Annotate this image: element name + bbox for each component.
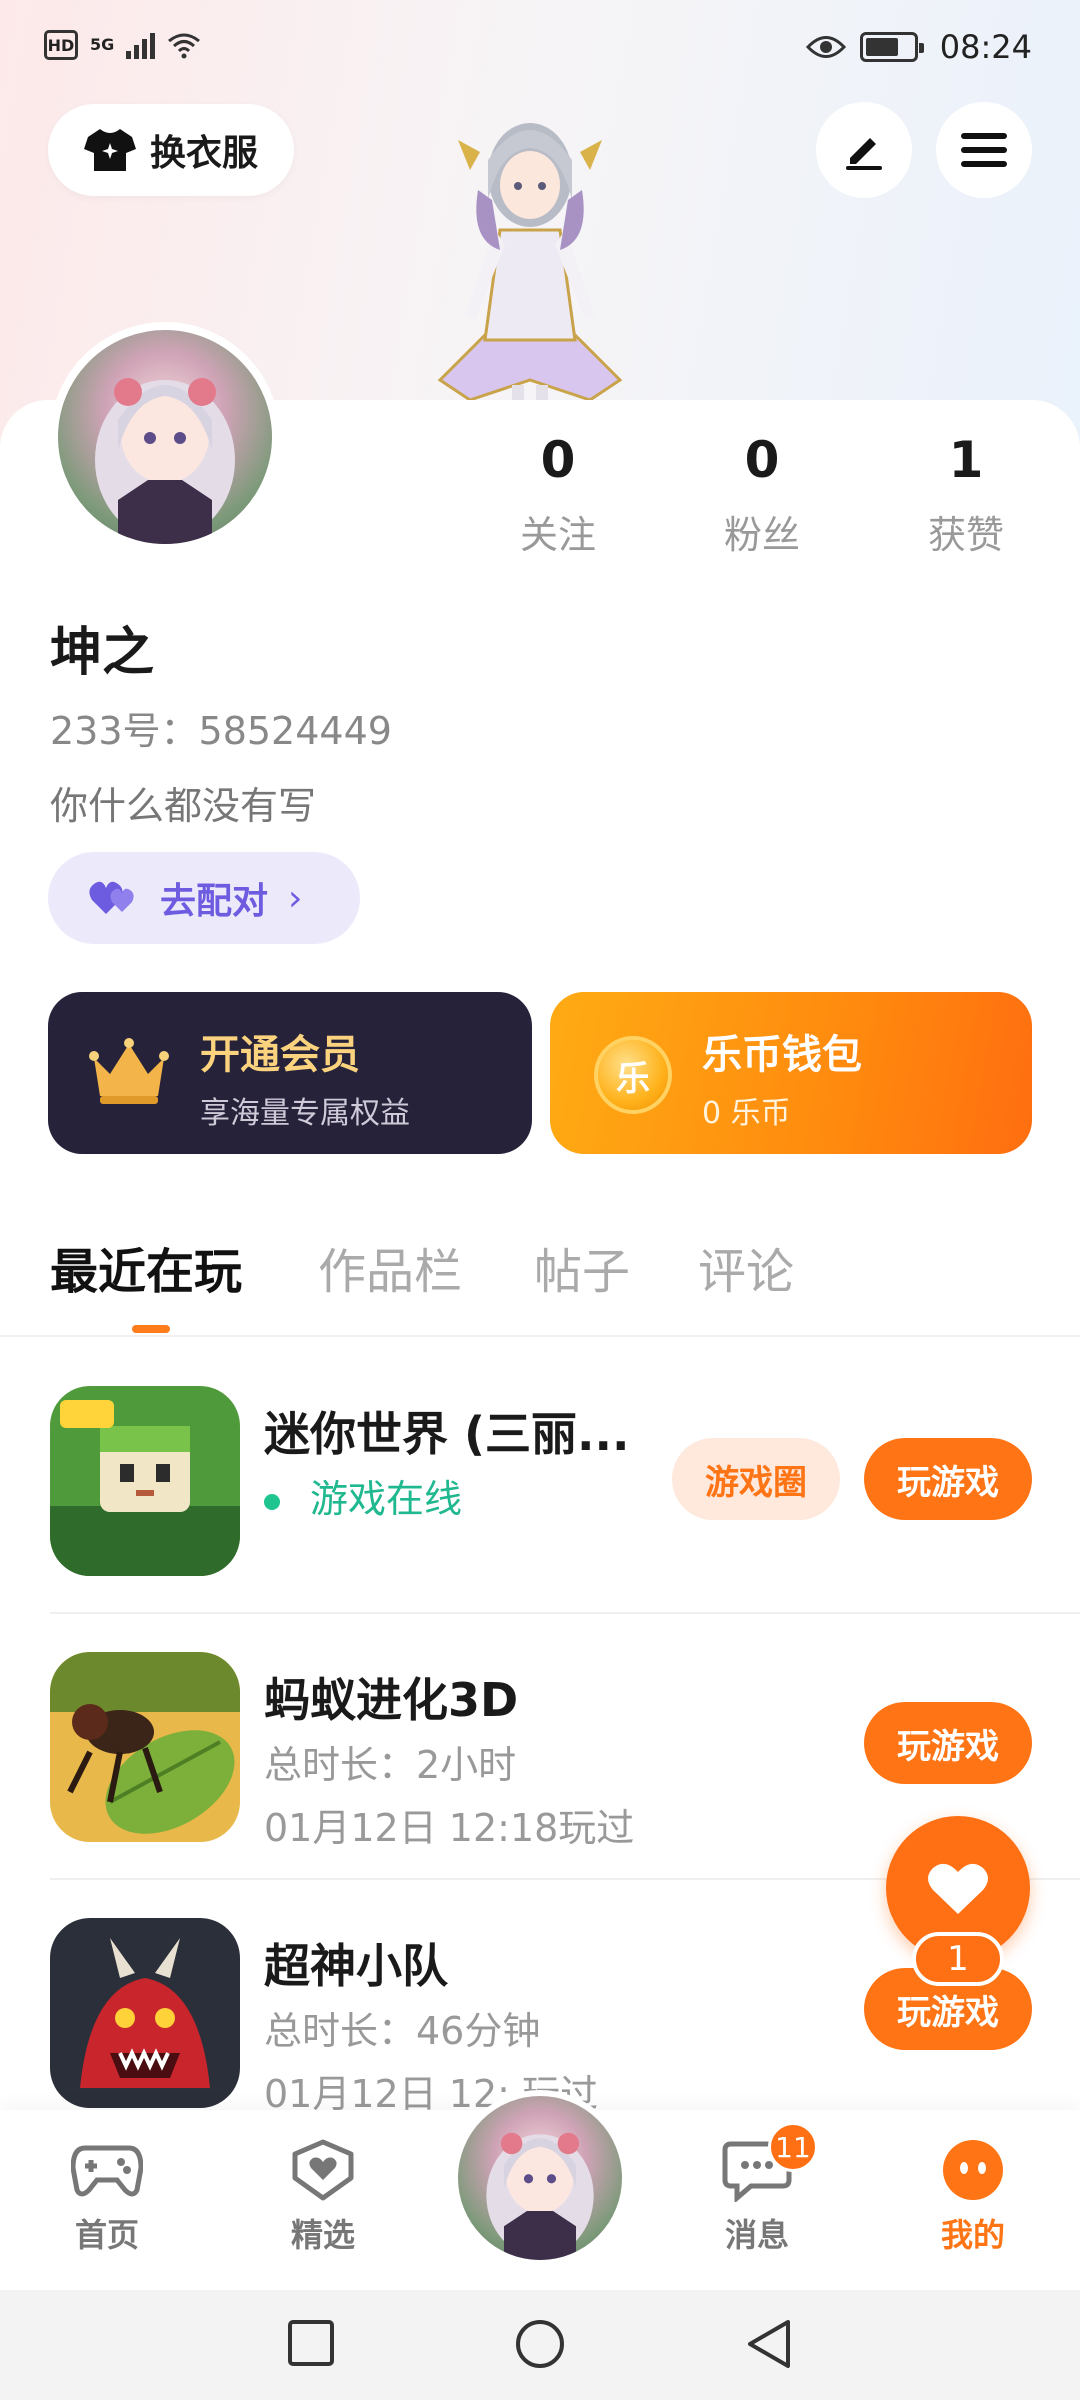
- heart-badge-icon: [292, 2139, 354, 2201]
- menu-icon: [961, 133, 1007, 167]
- change-outfit-label: 换衣服: [149, 133, 258, 174]
- face-icon: [943, 2140, 1003, 2200]
- game-icon: [50, 1652, 240, 1842]
- vip-subtitle: 享海量专属权益: [200, 1096, 410, 1131]
- wifi-icon: [168, 33, 201, 59]
- stat-following[interactable]: 0 关注: [478, 430, 638, 559]
- nav-home[interactable]: 首页: [32, 2138, 182, 2256]
- eye-icon: [805, 36, 846, 58]
- active-tab-indicator: [132, 1325, 170, 1333]
- vip-card[interactable]: 开通会员 享海量专属权益: [48, 992, 532, 1154]
- online-dot: [264, 1493, 280, 1510]
- clock: 08:24: [939, 28, 1032, 66]
- menu-button[interactable]: [936, 102, 1032, 198]
- avatar-illustration: [486, 2132, 594, 2260]
- game-online-status: 游戏在线: [264, 1468, 462, 1523]
- chevron-right-icon: ›: [288, 877, 303, 919]
- followers-count: 0: [744, 431, 780, 489]
- unread-badge: 11: [768, 2122, 818, 2172]
- recents-icon[interactable]: [286, 2318, 336, 2368]
- like-count-badge: 1: [912, 1932, 1004, 1986]
- following-count: 0: [540, 431, 576, 489]
- crown-icon: [89, 1038, 169, 1104]
- signal-icon: [126, 31, 156, 59]
- user-bio: 你什么都没有写: [50, 784, 317, 828]
- vip-title: 开通会员: [200, 1032, 360, 1078]
- tab-works[interactable]: 作品栏: [318, 1232, 462, 1302]
- game-row[interactable]: 迷你世界 (三丽... 游戏在线 游戏圈 玩游戏: [0, 1336, 1080, 1602]
- hearts-icon: [89, 881, 134, 914]
- game-duration: 总时长：46分钟: [264, 2009, 541, 2053]
- nav-me-label: 我的: [940, 2216, 1005, 2254]
- likes-label: 获赞: [927, 513, 1004, 557]
- stat-followers[interactable]: 0 粉丝: [682, 430, 842, 559]
- user-name: 坤之: [50, 623, 155, 683]
- pencil-icon: [846, 138, 882, 170]
- tab-comments[interactable]: 评论: [698, 1232, 794, 1302]
- battery-icon: [859, 32, 924, 62]
- game-icon: [50, 1386, 240, 1576]
- home-icon[interactable]: [514, 2318, 566, 2370]
- nav-home-label: 首页: [74, 2216, 139, 2254]
- change-outfit-button[interactable]: 换衣服: [48, 104, 294, 196]
- gamepad-icon: [71, 2145, 143, 2197]
- wallet-card[interactable]: 乐 乐币钱包 0 乐币: [550, 992, 1032, 1154]
- user-avatar[interactable]: [50, 322, 280, 552]
- edit-profile-button[interactable]: [816, 102, 912, 198]
- match-label: 去配对: [160, 881, 269, 922]
- game-title: 超神小队: [264, 1939, 448, 1993]
- tab-posts[interactable]: 帖子: [534, 1232, 630, 1302]
- coin-icon: 乐: [594, 1036, 672, 1114]
- heart-icon: [928, 1863, 988, 1914]
- nav-featured-label: 精选: [290, 2216, 355, 2254]
- match-button[interactable]: 去配对 ›: [48, 852, 360, 944]
- nav-messages-label: 消息: [724, 2216, 789, 2254]
- play-game-button[interactable]: 玩游戏: [864, 1702, 1032, 1784]
- bottom-nav: 首页 精选 消息 11 我的: [0, 2090, 1080, 2290]
- wallet-balance: 0 乐币: [702, 1096, 791, 1131]
- game-title: 迷你世界 (三丽...: [264, 1407, 630, 1461]
- avatar-illustration: [95, 378, 235, 544]
- hd-icon: HD: [44, 30, 78, 60]
- likes-count: 1: [948, 431, 984, 489]
- shirt-icon: [83, 129, 136, 171]
- game-icon: [50, 1918, 240, 2108]
- account-id: 233号：58524449: [50, 709, 392, 753]
- play-game-button[interactable]: 玩游戏: [864, 1438, 1032, 1520]
- followers-label: 粉丝: [723, 513, 800, 557]
- game-title: 蚂蚁进化3D: [264, 1673, 519, 1727]
- character-avatar: [437, 123, 623, 410]
- system-nav-bar: [0, 2290, 1080, 2400]
- nav-me[interactable]: 我的: [898, 2138, 1048, 2256]
- nav-featured[interactable]: 精选: [248, 2138, 398, 2256]
- nav-avatar-center[interactable]: [452, 2090, 628, 2266]
- following-label: 关注: [519, 513, 596, 557]
- signal-label: 5G: [90, 35, 115, 54]
- game-circle-button[interactable]: 游戏圈: [672, 1438, 840, 1520]
- back-icon[interactable]: [744, 2318, 794, 2370]
- game-last-played: 01月12日 12:18玩过: [264, 1806, 635, 1850]
- wallet-title: 乐币钱包: [702, 1032, 862, 1078]
- tab-recent[interactable]: 最近在玩: [50, 1232, 242, 1302]
- game-duration: 总时长：2小时: [264, 1743, 517, 1787]
- stat-likes[interactable]: 1 获赞: [886, 430, 1046, 559]
